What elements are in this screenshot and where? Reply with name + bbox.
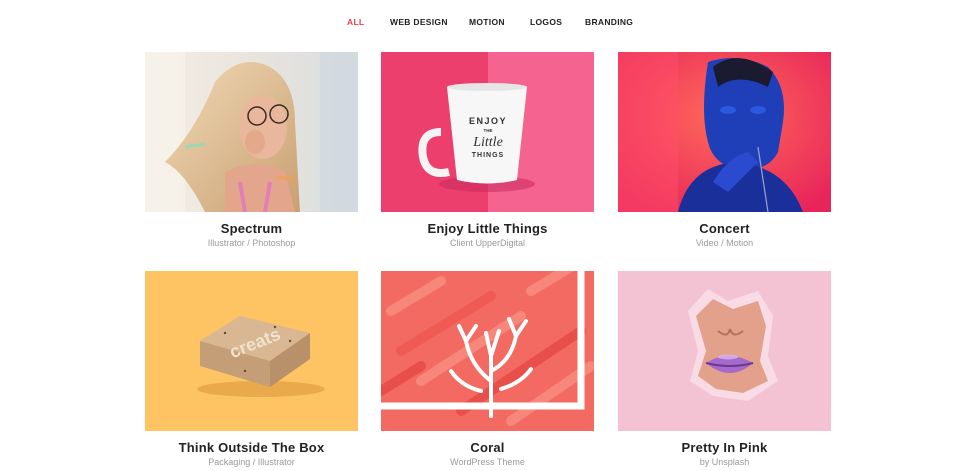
project-category: Illustrator / Photoshop <box>207 238 296 248</box>
mug-text-the: THE <box>484 128 493 133</box>
filter-all[interactable]: ALL <box>347 13 364 31</box>
man-in-blue-paint-photo[interactable] <box>618 52 831 212</box>
lips-through-paper-photo[interactable] <box>618 271 831 431</box>
project-category: WordPress Theme <box>450 457 525 467</box>
project-title[interactable]: Coral <box>381 440 594 455</box>
project-category: Client UpperDigital <box>449 238 526 248</box>
project-title[interactable]: Concert <box>618 221 831 236</box>
woman-with-glasses-photo[interactable] <box>145 52 358 212</box>
project-category: by Unsplash <box>699 457 750 467</box>
mug-text-enjoy: ENJOY <box>469 116 507 126</box>
filter-web-design[interactable]: WEB DESIGN <box>390 13 448 31</box>
project-category: Packaging / Illustrator <box>208 457 295 467</box>
mug-on-pink-photo[interactable]: ENJOY THE Little THINGS <box>381 52 594 212</box>
filter-motion[interactable]: MOTION <box>469 13 505 31</box>
mug-text-little: Little <box>472 135 503 150</box>
coral-illustration[interactable] <box>381 271 594 431</box>
mug-text-things: THINGS <box>472 152 504 159</box>
project-title[interactable]: Spectrum <box>145 221 358 236</box>
project-title[interactable]: Enjoy Little Things <box>381 221 594 236</box>
portfolio-filter-nav: ALL WEB DESIGN MOTION LOGOS BRANDING <box>0 13 980 31</box>
project-title[interactable]: Think Outside The Box <box>145 440 358 455</box>
project-category: Video / Motion <box>695 238 754 248</box>
filter-logos[interactable]: LOGOS <box>530 13 562 31</box>
filter-branding[interactable]: BRANDING <box>585 13 633 31</box>
cardboard-box-photo[interactable]: creats <box>145 271 358 431</box>
project-title[interactable]: Pretty In Pink <box>618 440 831 455</box>
